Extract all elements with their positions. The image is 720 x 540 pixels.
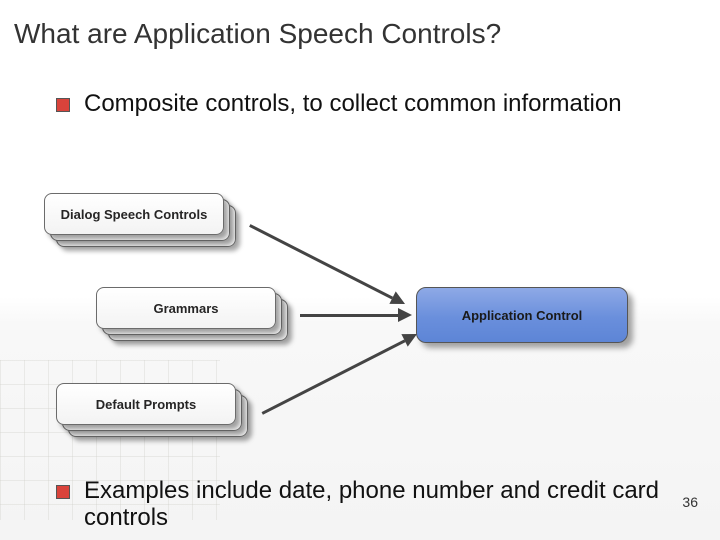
diagram-area: Dialog Speech Controls Grammars Default … <box>0 175 720 475</box>
bullet-text: Composite controls, to collect common in… <box>84 90 622 118</box>
bullet-icon <box>56 98 70 112</box>
stacked-card-front: Dialog Speech Controls <box>44 193 224 235</box>
bullet-text: Examples include date, phone number and … <box>84 477 680 532</box>
prompts-label: Default Prompts <box>96 397 196 412</box>
dialog-label: Dialog Speech Controls <box>61 207 208 222</box>
page-number: 36 <box>682 494 698 510</box>
bullet-icon <box>56 485 70 499</box>
bullet-item-1: Composite controls, to collect common in… <box>0 90 720 118</box>
stacked-card-front: Default Prompts <box>56 383 236 425</box>
default-prompts-stack: Default Prompts <box>56 383 256 445</box>
application-control-box: Application Control <box>416 287 628 343</box>
bullet-item-2: Examples include date, phone number and … <box>0 477 720 532</box>
stacked-card-front: Grammars <box>96 287 276 329</box>
grammars-label: Grammars <box>153 301 218 316</box>
grammars-stack: Grammars <box>96 287 296 349</box>
slide-title: What are Application Speech Controls? <box>0 0 720 50</box>
application-control-label: Application Control <box>462 308 583 323</box>
dialog-speech-controls-stack: Dialog Speech Controls <box>44 193 244 255</box>
